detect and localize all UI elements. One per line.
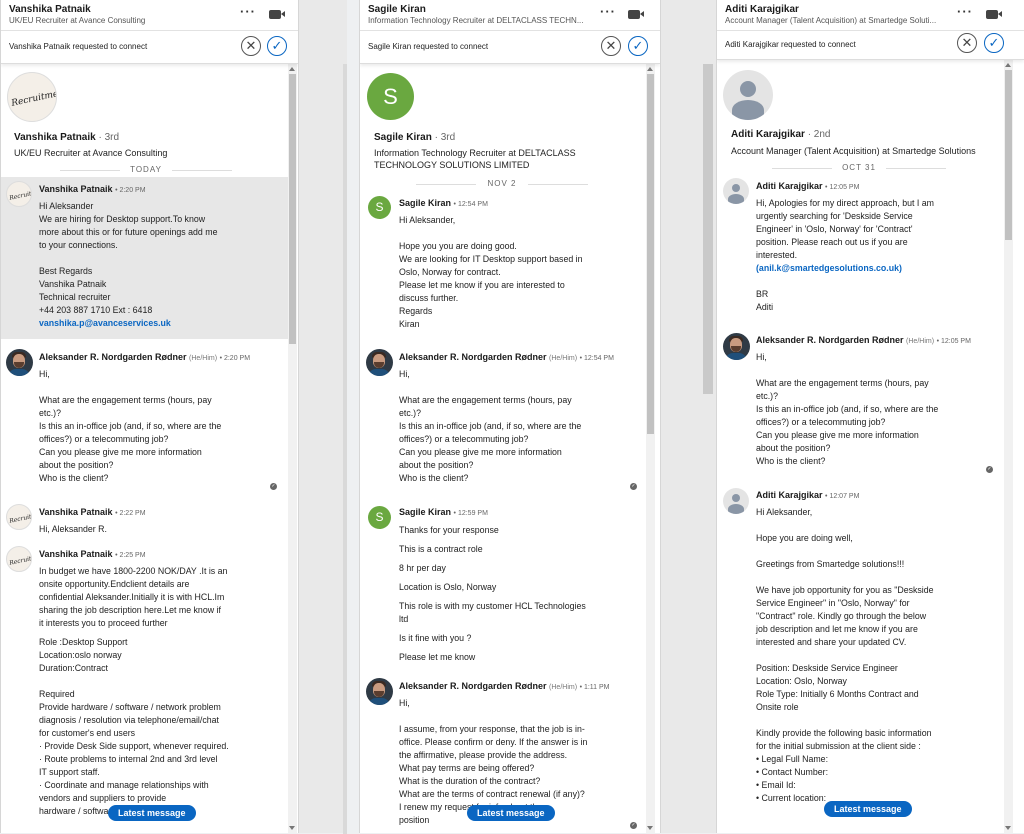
date-separator: OCT 31: [772, 163, 946, 172]
message-body: Hi Aleksander, Hope you you are doing goo…: [399, 215, 583, 329]
panel-gap: [297, 0, 347, 834]
profile-avatar[interactable]: [723, 70, 773, 120]
connect-request-text: Sagile Kiran requested to connect: [368, 42, 489, 51]
accept-icon[interactable]: ✓: [267, 36, 287, 56]
panel-gap: [659, 0, 716, 833]
sender-avatar[interactable]: [366, 349, 393, 376]
seen-check-icon: ✓: [270, 483, 277, 490]
conversation-header[interactable]: Vanshika Patnaik UK/EU Recruiter at Avan…: [1, 0, 298, 31]
message-body: Hi, What are the engagement terms (hours,…: [399, 369, 582, 483]
message-sender[interactable]: Aleksander R. Nordgarden Rødner (He/Him)…: [399, 352, 614, 362]
sender-avatar[interactable]: [723, 178, 749, 204]
more-icon[interactable]: ···: [957, 4, 973, 19]
message-sender[interactable]: Aleksander R. Nordgarden Rødner (He/Him)…: [756, 335, 971, 345]
message-sender[interactable]: Aditi Karajgikar • 12:05 PM: [756, 181, 859, 191]
conversation-panel-sagile: Sagile Kiran Information Technology Recr…: [359, 0, 661, 833]
header-subtitle: Account Manager (Talent Acquisition) at …: [725, 16, 937, 25]
accept-icon[interactable]: ✓: [984, 33, 1004, 53]
sender-avatar[interactable]: [6, 349, 33, 376]
seen-check-icon: ✓: [630, 483, 637, 490]
email-link[interactable]: vanshika.p@avanceservices.uk: [39, 318, 171, 328]
connect-request-bar: Vanshika Patnaik requested to connect ✕ …: [1, 31, 298, 64]
conversation-panel-vanshika: Vanshika Patnaik UK/EU Recruiter at Avan…: [0, 0, 299, 833]
message-body: Hi Aleksander, Hope you are doing well, Gr…: [756, 507, 934, 803]
profile-title: Information Technology Recruiter at DELT…: [374, 148, 576, 170]
latest-message-button[interactable]: Latest message: [108, 805, 196, 821]
message-list: S Sagile Kiran · 3rd Information Technol…: [360, 64, 645, 833]
connect-request-bar: Sagile Kiran requested to connect ✕ ✓: [360, 31, 660, 64]
scrollbar[interactable]: [1004, 60, 1013, 833]
profile-name[interactable]: Sagile Kiran · 3rd: [374, 132, 455, 143]
header-name[interactable]: Sagile Kiran: [368, 4, 426, 15]
header-name[interactable]: Vanshika Patnaik: [9, 4, 91, 15]
profile-title: UK/EU Recruiter at Avance Consulting: [14, 148, 168, 158]
message-sender[interactable]: Aleksander R. Nordgarden Rødner (He/Him)…: [39, 352, 250, 362]
profile-name[interactable]: Vanshika Patnaik · 3rd: [14, 132, 119, 143]
header-subtitle: UK/EU Recruiter at Avance Consulting: [9, 16, 146, 25]
message-body: Hi, What are the engagement terms (hours,…: [756, 352, 939, 466]
more-icon[interactable]: ···: [240, 4, 256, 19]
message-body: Hi, Apologies for my direct approach, bu…: [756, 198, 934, 312]
scrollbar[interactable]: [288, 64, 297, 833]
message-sender[interactable]: Sagile Kiran • 12:54 PM: [399, 198, 488, 208]
scrollbar[interactable]: [646, 64, 655, 833]
sender-avatar[interactable]: S: [368, 506, 391, 529]
conversation-panel-aditi: Aditi Karajgikar Account Manager (Talent…: [716, 0, 1024, 833]
message-list: Recruitment Vanshika Patnaik · 3rd UK/EU…: [1, 64, 288, 833]
sender-avatar[interactable]: Recruitment: [6, 504, 32, 530]
header-name[interactable]: Aditi Karajgikar: [725, 4, 799, 15]
sender-avatar[interactable]: S: [368, 196, 391, 219]
connect-request-text: Aditi Karajgikar requested to connect: [725, 40, 856, 49]
profile-avatar[interactable]: Recruitment: [7, 72, 57, 122]
profile-title: Account Manager (Talent Acquisition) at …: [731, 146, 976, 156]
message-body: Thanks for your response This is a contr…: [399, 525, 586, 662]
connect-request-text: Vanshika Patnaik requested to connect: [9, 42, 148, 51]
profile-name[interactable]: Aditi Karajgikar · 2nd: [731, 129, 831, 140]
video-icon[interactable]: [628, 10, 644, 19]
message-sender[interactable]: Aditi Karajgikar • 12:07 PM: [756, 490, 859, 500]
profile-avatar[interactable]: S: [367, 73, 414, 120]
message-sender[interactable]: Vanshika Patnaik • 2:22 PM: [39, 507, 146, 517]
latest-message-button[interactable]: Latest message: [824, 801, 912, 817]
header-subtitle: Information Technology Recruiter at DELT…: [368, 16, 584, 25]
message-sender[interactable]: Vanshika Patnaik • 2:25 PM: [39, 549, 146, 559]
message-sender[interactable]: Aleksander R. Nordgarden Rødner (He/Him)…: [399, 681, 610, 691]
connect-request-bar: Aditi Karajgikar requested to connect ✕ …: [717, 31, 1024, 60]
video-icon[interactable]: [986, 10, 1002, 19]
video-icon[interactable]: [269, 10, 285, 19]
sender-avatar[interactable]: [366, 678, 393, 705]
message-list: Aditi Karajgikar · 2nd Account Manager (…: [717, 60, 1004, 833]
message-body: Hi, What are the engagement terms (hours,…: [39, 369, 222, 483]
latest-message-button[interactable]: Latest message: [467, 805, 555, 821]
email-link[interactable]: (anil.k@smartedgesolutions.co.uk): [756, 263, 902, 273]
more-icon[interactable]: ···: [600, 4, 616, 19]
message-sender[interactable]: Sagile Kiran • 12:59 PM: [399, 507, 488, 517]
decline-icon[interactable]: ✕: [601, 36, 621, 56]
decline-icon[interactable]: ✕: [241, 36, 261, 56]
sender-avatar[interactable]: Recruitment: [6, 546, 32, 572]
message-body: Hi Aleksander We are hiring for Desktop s…: [39, 201, 218, 328]
sender-avatar[interactable]: [723, 488, 749, 514]
message-body: Hi, Aleksander R.: [39, 524, 107, 534]
message-body: In budget we have 1800-2200 NOK/DAY .It …: [39, 566, 229, 816]
avatar-logo-text: Recruitment: [10, 87, 57, 109]
conversation-header[interactable]: Aditi Karajgikar Account Manager (Talent…: [717, 0, 1024, 31]
message-sender[interactable]: Vanshika Patnaik • 2:20 PM: [39, 184, 146, 194]
sender-avatar[interactable]: [723, 333, 750, 360]
sender-avatar[interactable]: Recruitment: [6, 181, 32, 207]
date-separator: TODAY: [60, 165, 232, 174]
decline-icon[interactable]: ✕: [957, 33, 977, 53]
conversation-header[interactable]: Sagile Kiran Information Technology Recr…: [360, 0, 660, 31]
date-separator: NOV 2: [416, 179, 588, 188]
accept-icon[interactable]: ✓: [628, 36, 648, 56]
seen-check-icon: ✓: [986, 466, 993, 473]
seen-check-icon: ✓: [630, 822, 637, 829]
